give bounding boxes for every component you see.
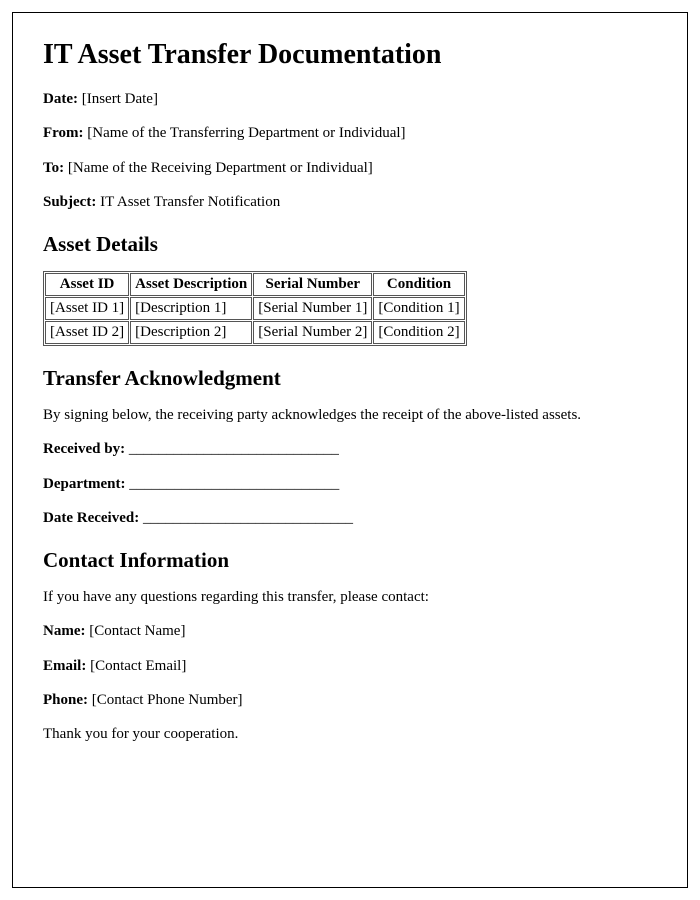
received-by-label: Received by: — [43, 441, 125, 457]
date-value: [Insert Date] — [78, 91, 158, 107]
cell-serial-number: [Serial Number 1] — [253, 297, 372, 320]
ack-heading: Transfer Acknowledgment — [43, 366, 657, 391]
col-asset-id: Asset ID — [45, 273, 129, 296]
date-label: Date: — [43, 91, 78, 107]
to-label: To: — [43, 160, 64, 176]
contact-phone-line: Phone: [Contact Phone Number] — [43, 690, 657, 710]
cell-asset-description: [Description 2] — [130, 321, 252, 344]
contact-intro: If you have any questions regarding this… — [43, 587, 657, 607]
contact-email-label: Email: — [43, 658, 86, 674]
contact-name-line: Name: [Contact Name] — [43, 621, 657, 641]
from-value: [Name of the Transferring Department or … — [84, 125, 406, 141]
contact-email-value: [Contact Email] — [86, 658, 186, 674]
date-received-line: Date Received: _________________________… — [43, 508, 657, 528]
ack-intro: By signing below, the receiving party ac… — [43, 405, 657, 425]
from-label: From: — [43, 125, 84, 141]
table-header-row: Asset ID Asset Description Serial Number… — [45, 273, 465, 296]
subject-line: Subject: IT Asset Transfer Notification — [43, 192, 657, 212]
contact-name-label: Name: — [43, 623, 85, 639]
received-by-blank: ____________________________ — [125, 441, 339, 457]
contact-phone-label: Phone: — [43, 692, 88, 708]
col-serial-number: Serial Number — [253, 273, 372, 296]
closing-line: Thank you for your cooperation. — [43, 724, 657, 744]
contact-phone-value: [Contact Phone Number] — [88, 692, 243, 708]
contact-email-line: Email: [Contact Email] — [43, 656, 657, 676]
from-line: From: [Name of the Transferring Departme… — [43, 123, 657, 143]
department-label: Department: — [43, 476, 125, 492]
cell-condition: [Condition 2] — [373, 321, 464, 344]
contact-heading: Contact Information — [43, 548, 657, 573]
to-value: [Name of the Receiving Department or Ind… — [64, 160, 373, 176]
date-received-blank: ____________________________ — [139, 510, 353, 526]
date-received-label: Date Received: — [43, 510, 139, 526]
cell-condition: [Condition 1] — [373, 297, 464, 320]
asset-table: Asset ID Asset Description Serial Number… — [43, 271, 467, 346]
subject-label: Subject: — [43, 194, 96, 210]
date-line: Date: [Insert Date] — [43, 89, 657, 109]
col-asset-description: Asset Description — [130, 273, 252, 296]
table-row: [Asset ID 2] [Description 2] [Serial Num… — [45, 321, 465, 344]
received-by-line: Received by: ___________________________… — [43, 439, 657, 459]
asset-details-heading: Asset Details — [43, 232, 657, 257]
to-line: To: [Name of the Receiving Department or… — [43, 158, 657, 178]
document-frame: IT Asset Transfer Documentation Date: [I… — [12, 12, 688, 888]
cell-serial-number: [Serial Number 2] — [253, 321, 372, 344]
cell-asset-id: [Asset ID 1] — [45, 297, 129, 320]
department-blank: ____________________________ — [125, 476, 339, 492]
subject-value: IT Asset Transfer Notification — [96, 194, 280, 210]
page-title: IT Asset Transfer Documentation — [43, 39, 657, 71]
cell-asset-description: [Description 1] — [130, 297, 252, 320]
cell-asset-id: [Asset ID 2] — [45, 321, 129, 344]
col-condition: Condition — [373, 273, 464, 296]
contact-name-value: [Contact Name] — [85, 623, 185, 639]
department-line: Department: ____________________________ — [43, 474, 657, 494]
table-row: [Asset ID 1] [Description 1] [Serial Num… — [45, 297, 465, 320]
